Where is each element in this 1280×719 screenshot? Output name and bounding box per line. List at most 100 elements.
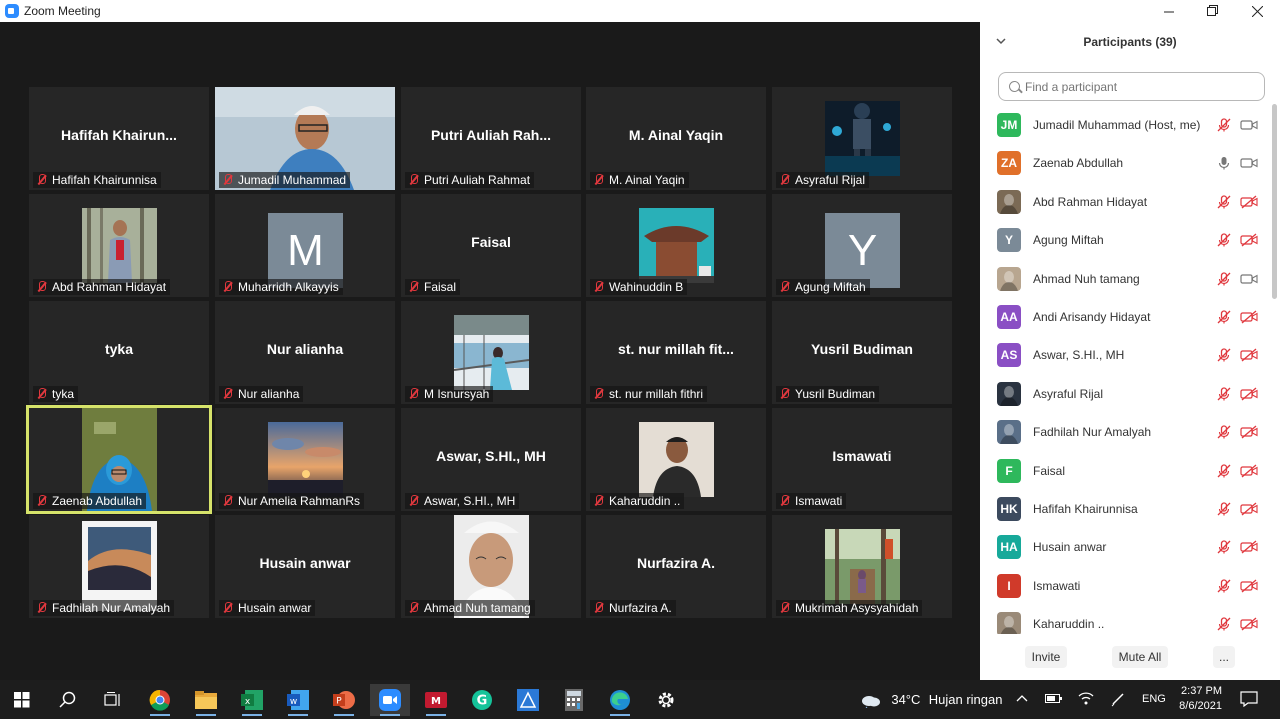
video-tile[interactable]: Mukrimah Asysyahidah [772, 515, 952, 618]
search-taskbar-button[interactable] [48, 684, 88, 716]
video-tile[interactable]: Abd Rahman Hidayat [29, 194, 209, 297]
participant-row[interactable]: Fadhilah Nur Amalyah [980, 413, 1270, 451]
minimize-button[interactable] [1147, 0, 1191, 22]
video-tile[interactable]: M. Ainal Yaqin M. Ainal Yaqin [586, 87, 766, 190]
mic-muted-icon[interactable] [1217, 387, 1231, 401]
participant-search-box[interactable] [998, 72, 1265, 101]
mic-muted-icon[interactable] [1217, 348, 1231, 362]
video-tile[interactable]: Kaharuddin .. [586, 408, 766, 511]
restore-button[interactable] [1191, 0, 1235, 22]
video-tile[interactable]: tyka tyka [29, 301, 209, 404]
scrollbar-thumb[interactable] [1272, 104, 1277, 299]
video-camera-off-icon[interactable] [1240, 617, 1258, 631]
video-tile[interactable]: Husain anwar Husain anwar [215, 515, 395, 618]
task-view-button[interactable] [93, 684, 133, 716]
mic-muted-icon[interactable] [1217, 463, 1231, 478]
participant-search-input[interactable] [1025, 79, 1255, 94]
calculator-taskbar-button[interactable] [554, 684, 594, 716]
video-camera-icon[interactable] [1240, 272, 1258, 286]
participant-row[interactable]: AA Andi Arisandy Hidayat [980, 298, 1270, 336]
system-clock[interactable]: 2:37 PM 8/6/2021 [1178, 684, 1222, 714]
mic-muted-icon[interactable] [1217, 195, 1231, 209]
zoom-taskbar-button[interactable] [370, 684, 410, 716]
start-button[interactable] [2, 684, 42, 716]
video-tile[interactable]: Wahinuddin B [586, 194, 766, 297]
participant-row[interactable]: Asyraful Rijal [980, 375, 1270, 413]
video-tile[interactable]: Ahmad Nuh tamang [401, 515, 581, 618]
video-tile[interactable]: Fadhilah Nur Amalyah [29, 515, 209, 618]
video-camera-off-icon[interactable] [1240, 425, 1258, 439]
video-tile[interactable]: Y Agung Miftah [772, 194, 952, 297]
mic-muted-icon[interactable] [1217, 540, 1231, 554]
participant-list-scrollbar[interactable] [1270, 104, 1278, 634]
show-hidden-icons-chevron-icon[interactable] [1016, 692, 1028, 706]
excel-taskbar-button[interactable]: x [232, 684, 272, 716]
close-button[interactable] [1235, 0, 1279, 22]
pen-icon[interactable] [1110, 691, 1126, 710]
participant-row[interactable]: HA Husain anwar [980, 528, 1270, 566]
edge-taskbar-button[interactable] [600, 684, 640, 716]
file-explorer-taskbar-button[interactable] [186, 684, 226, 716]
mic-muted-icon[interactable] [1217, 617, 1231, 631]
mic-muted-icon[interactable] [1217, 271, 1231, 286]
video-camera-icon[interactable] [1240, 118, 1258, 132]
video-camera-off-icon[interactable] [1240, 502, 1258, 516]
video-tile[interactable]: Putri Auliah Rah... Putri Auliah Rahmat [401, 87, 581, 190]
video-tile[interactable]: Hafifah Khairun... Hafifah Khairunnisa [29, 87, 209, 190]
mic-muted-icon[interactable] [1217, 310, 1231, 324]
participant-row[interactable]: JM Jumadil Muhammad (Host, me) [980, 106, 1270, 144]
video-tile[interactable]: Yusril Budiman Yusril Budiman [772, 301, 952, 404]
participant-row[interactable]: Abd Rahman Hidayat [980, 183, 1270, 221]
participant-row[interactable]: Y Agung Miftah [980, 221, 1270, 259]
powerpoint-taskbar-button[interactable]: P [324, 684, 364, 716]
video-tile[interactable]: Faisal Faisal [401, 194, 581, 297]
video-tile[interactable]: Asyraful Rijal [772, 87, 952, 190]
video-camera-off-icon[interactable] [1240, 348, 1258, 362]
video-tile[interactable]: M Muharridh Alkayyis [215, 194, 395, 297]
mic-muted-icon[interactable] [1217, 579, 1231, 593]
participant-row[interactable]: Ahmad Nuh tamang [980, 260, 1270, 298]
video-camera-off-icon[interactable] [1240, 233, 1258, 247]
mic-muted-icon[interactable] [1217, 502, 1231, 516]
video-tile[interactable]: Jumadil Muhammad [215, 87, 395, 190]
video-tile[interactable]: st. nur millah fit... st. nur millah fith… [586, 301, 766, 404]
video-camera-off-icon[interactable] [1240, 579, 1258, 593]
video-camera-off-icon[interactable] [1240, 464, 1258, 478]
mic-muted-icon[interactable] [1217, 118, 1231, 132]
grammarly-taskbar-button[interactable]: G [462, 684, 502, 716]
video-tile[interactable]: M Isnursyah [401, 301, 581, 404]
battery-icon[interactable] [1045, 692, 1063, 707]
video-tile[interactable]: Ismawati Ismawati [772, 408, 952, 511]
video-camera-off-icon[interactable] [1240, 310, 1258, 324]
mic-muted-icon[interactable] [1217, 233, 1231, 247]
participant-row[interactable]: I Ismawati [980, 567, 1270, 605]
mendeley-taskbar-button[interactable]: M [416, 684, 456, 716]
participant-row[interactable]: F Faisal [980, 452, 1270, 490]
chrome-taskbar-button[interactable] [140, 684, 180, 716]
participant-row[interactable]: HK Hafifah Khairunnisa [980, 490, 1270, 528]
participant-row[interactable]: Kaharuddin .. [980, 605, 1270, 634]
mic-icon[interactable] [1217, 156, 1231, 170]
more-options-button[interactable]: ... [1213, 646, 1235, 668]
video-camera-off-icon[interactable] [1240, 195, 1258, 209]
video-camera-off-icon[interactable] [1240, 540, 1258, 554]
weather-widget[interactable]: 34°C Hujan ringan [860, 692, 1002, 709]
drawing-app-taskbar-button[interactable] [508, 684, 548, 716]
video-tile[interactable]: Zaenab Abdullah [26, 405, 212, 514]
invite-button[interactable]: Invite [1025, 646, 1067, 668]
video-camera-off-icon[interactable] [1240, 387, 1258, 401]
video-camera-icon[interactable] [1240, 156, 1258, 170]
mic-muted-icon[interactable] [1217, 425, 1231, 439]
video-tile[interactable]: Nur Amelia RahmanRs [215, 408, 395, 511]
video-tile[interactable]: Nurfazira A. Nurfazira A. [586, 515, 766, 618]
input-language[interactable]: ENG [1142, 693, 1166, 705]
settings-taskbar-button[interactable] [646, 684, 686, 716]
video-tile[interactable]: Nur alianha Nur alianha [215, 301, 395, 404]
participant-row[interactable]: ZA Zaenab Abdullah [980, 144, 1270, 182]
word-taskbar-button[interactable]: w [278, 684, 318, 716]
mute-all-button[interactable]: Mute All [1112, 646, 1168, 668]
notification-center-icon[interactable] [1240, 691, 1258, 710]
video-tile[interactable]: Aswar, S.HI., MH Aswar, S.HI., MH [401, 408, 581, 511]
participant-row[interactable]: AS Aswar, S.HI., MH [980, 336, 1270, 374]
network-icon[interactable] [1078, 691, 1094, 708]
